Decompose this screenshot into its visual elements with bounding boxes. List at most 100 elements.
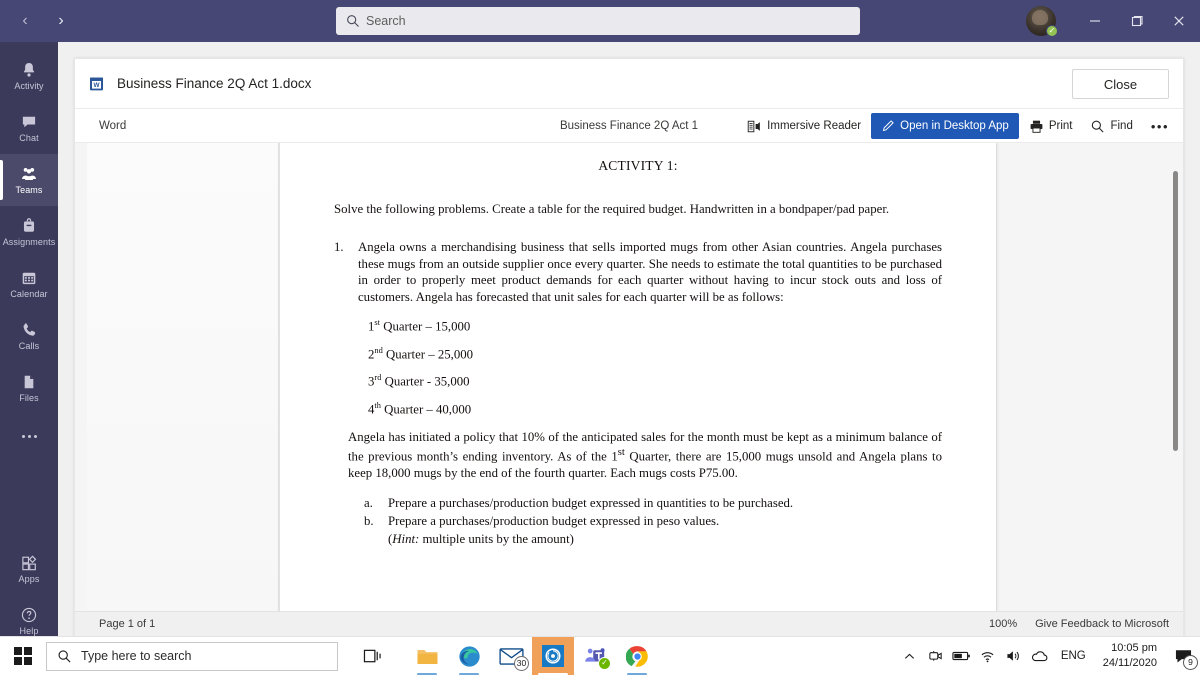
sidebar-item-activity[interactable]: Activity (0, 50, 58, 102)
taskbar-google-chrome[interactable] (616, 637, 658, 675)
files-icon (24, 375, 34, 389)
presence-available-icon: ✓ (1046, 25, 1058, 37)
toolbar-actions: Immersive Reader Open in Desktop App Pri… (739, 111, 1177, 141)
tray-onedrive-button[interactable] (1027, 637, 1053, 675)
sidebar-item-calendar[interactable]: Calendar (0, 258, 58, 310)
maximize-button[interactable] (1116, 0, 1158, 42)
tray-wifi-button[interactable] (975, 637, 1001, 675)
sidebar-item-files[interactable]: Files (0, 362, 58, 414)
pencil-icon (883, 120, 894, 132)
toolbar-overflow-button[interactable]: ••• (1143, 113, 1177, 139)
quarter-line: 3rd Quarter - 35,000 (368, 373, 942, 390)
document-file-name: Business Finance 2Q Act 1.docx (117, 76, 312, 91)
close-window-button[interactable] (1158, 0, 1200, 42)
back-button[interactable]: ‹ (10, 6, 40, 36)
maximize-icon (1131, 15, 1143, 27)
sidebar-item-label: Activity (14, 81, 44, 91)
start-button[interactable] (0, 637, 46, 675)
open-in-desktop-app-label: Open in Desktop App (900, 120, 1009, 132)
taskbar-microsoft-edge[interactable] (448, 637, 490, 675)
hint-label: Hint: (392, 531, 420, 546)
find-button[interactable]: Find (1082, 113, 1140, 139)
sidebar-item-calls[interactable]: Calls (0, 310, 58, 362)
close-document-button[interactable]: Close (1072, 69, 1169, 99)
item-number: 1. (334, 240, 344, 255)
help-icon (21, 607, 37, 623)
tray-expand-button[interactable] (897, 637, 923, 675)
sub-item-text: Prepare a purchases/production budget ex… (388, 514, 720, 528)
phone-icon (23, 323, 36, 336)
tray-time: 10:05 pm (1111, 642, 1157, 655)
quarter-line: 1st Quarter – 15,000 (368, 318, 942, 335)
teams-left-rail: Activity Chat Teams Assignments Calendar… (0, 42, 58, 653)
zoom-level[interactable]: 100% (989, 618, 1017, 630)
global-search (336, 7, 860, 35)
hint-line: (Hint: multiple units by the amount) (388, 531, 942, 548)
taskbar-file-explorer[interactable] (406, 637, 448, 675)
search-icon (58, 649, 71, 663)
taskbar-search-placeholder: Type here to search (81, 649, 192, 663)
teams-icon (22, 167, 36, 180)
quarter-suffix: nd (374, 345, 383, 355)
action-center-button[interactable]: 9 (1166, 637, 1200, 675)
printer-icon (1030, 120, 1043, 133)
sidebar-more-apps-button[interactable] (0, 414, 58, 458)
sidebar-item-apps[interactable]: Apps (0, 543, 58, 595)
open-in-desktop-app-button[interactable]: Open in Desktop App (871, 113, 1019, 139)
tray-battery-button[interactable] (949, 637, 975, 675)
window-controls-group: ✓ (1026, 0, 1200, 42)
battery-icon (952, 651, 971, 661)
task-view-button[interactable] (352, 637, 392, 675)
tray-camera-button[interactable] (923, 637, 949, 675)
page-indicator: Page 1 of 1 (99, 618, 156, 630)
print-label: Print (1048, 120, 1073, 132)
numbered-item-1: 1. Angela owns a merchandising business … (334, 239, 942, 306)
sidebar-item-label: Apps (18, 574, 40, 584)
mail-unread-badge: 30 (514, 655, 529, 671)
teams-title-bar: ‹ › ✓ (0, 0, 1200, 42)
quarter-line: 2nd Quarter – 25,000 (368, 346, 942, 363)
print-button[interactable]: Print (1021, 113, 1081, 139)
wifi-icon (981, 651, 994, 662)
taskbar-search-box[interactable]: Type here to search (46, 641, 338, 671)
sidebar-item-label: Files (19, 393, 39, 403)
search-input[interactable] (336, 7, 860, 35)
sidebar-item-label: Chat (19, 133, 39, 143)
find-label: Find (1110, 120, 1133, 132)
taskbar-mail[interactable]: 30 (490, 637, 532, 675)
sub-item-b: b. Prepare a purchases/production budget… (364, 513, 942, 530)
tray-language-button[interactable]: ENG (1053, 650, 1094, 662)
forward-button[interactable]: › (46, 6, 76, 36)
tray-volume-button[interactable] (1001, 637, 1027, 675)
document-body: ACTIVITY 1: Solve the following problems… (75, 143, 1183, 611)
give-feedback-link[interactable]: Give Feedback to Microsoft (1035, 618, 1169, 630)
avatar[interactable]: ✓ (1026, 6, 1058, 37)
chat-icon (22, 116, 36, 128)
document-card: W Business Finance 2Q Act 1.docx Close W… (74, 58, 1184, 637)
document-status-bar: Page 1 of 1 100% Give Feedback to Micros… (75, 611, 1183, 636)
tray-clock[interactable]: 10:05 pm 24/11/2020 (1094, 641, 1166, 670)
sidebar-item-chat[interactable]: Chat (0, 102, 58, 154)
word-app-label: Word (99, 119, 127, 132)
system-tray: ENG 10:05 pm 24/11/2020 9 (897, 637, 1200, 675)
activity-heading: ACTIVITY 1: (598, 158, 678, 173)
immersive-reader-button[interactable]: Immersive Reader (739, 113, 869, 139)
taskbar-onedrive-sync-app[interactable] (532, 636, 574, 675)
find-search-icon (1092, 120, 1104, 133)
sub-item-text: Prepare a purchases/production budget ex… (388, 496, 794, 511)
minimize-button[interactable] (1074, 0, 1116, 42)
taskbar-microsoft-teams[interactable]: ✓ (574, 637, 616, 675)
sidebar-item-label: Help (19, 626, 39, 636)
onedrive-cloud-icon (1032, 650, 1048, 661)
quarter-value: Quarter – 40,000 (380, 402, 472, 417)
sidebar-item-assignments[interactable]: Assignments (0, 206, 58, 258)
status-right-group: 100% Give Feedback to Microsoft (989, 618, 1169, 630)
sidebar-item-teams[interactable]: Teams (0, 154, 58, 206)
sub-item-letter: b. (364, 514, 374, 528)
sidebar-item-label: Calls (18, 341, 40, 351)
folder-icon (416, 649, 438, 664)
document-vertical-scrollbar[interactable] (1173, 171, 1178, 451)
document-left-margin-pane (87, 143, 279, 611)
blue-circle-icon (542, 645, 564, 667)
document-toolbar: Word Business Finance 2Q Act 1 Immersive… (75, 109, 1183, 143)
